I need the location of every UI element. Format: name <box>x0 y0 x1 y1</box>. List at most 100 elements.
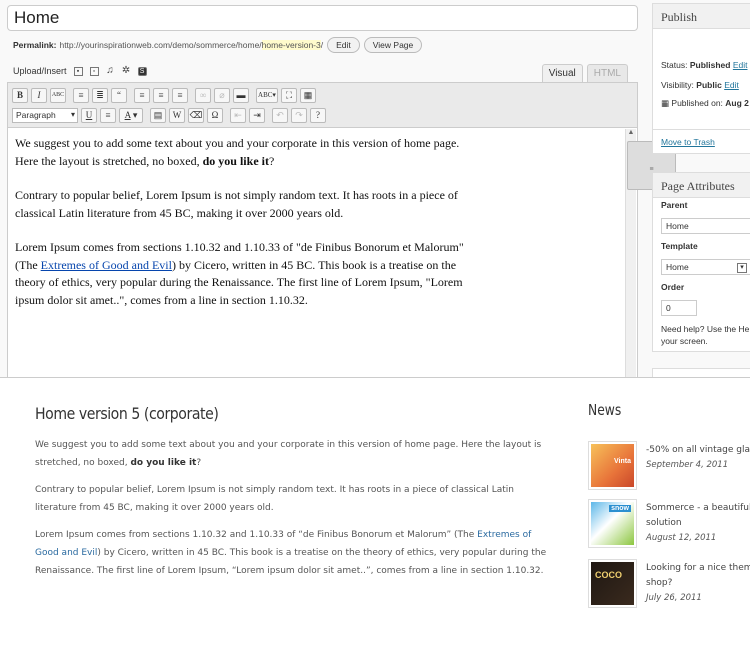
italic-icon[interactable]: I <box>31 87 47 103</box>
page-attributes-title: Page Attributes <box>653 173 750 198</box>
paste-word-icon[interactable]: W <box>169 107 185 123</box>
parent-select[interactable]: Home <box>661 218 750 234</box>
scroll-up-icon[interactable]: ▲ <box>626 129 636 139</box>
news-text: Sommerce - a beautiful solution August 1… <box>646 501 750 546</box>
preview-paragraph-1: We suggest you to add some text about yo… <box>35 436 555 472</box>
preview-paragraph-3: Lorem Ipsum comes from sections 1.10.32 … <box>35 526 555 580</box>
status-value: Published <box>689 60 731 70</box>
published-on-label: Published on: <box>671 98 723 108</box>
news-thumb-text: Vinta <box>614 458 631 465</box>
indent-icon[interactable]: ⇥ <box>249 107 265 123</box>
tab-visual[interactable]: Visual <box>541 64 583 82</box>
news-headline[interactable]: Looking for a nice theme <box>646 561 750 576</box>
add-image-icon[interactable]: ▪ <box>73 66 83 76</box>
help-icon[interactable]: ? <box>310 107 326 123</box>
redo-icon[interactable]: ↷ <box>291 107 307 123</box>
editor-paragraph-2: Contrary to popular belief, Lorem Ipsum … <box>15 188 458 220</box>
format-select[interactable]: Paragraph <box>12 107 78 123</box>
view-page-button[interactable]: View Page <box>363 37 423 53</box>
bold-icon[interactable]: B <box>12 87 28 103</box>
visibility-edit-link[interactable]: Edit <box>724 80 739 90</box>
news-thumbnail[interactable]: COCO <box>588 559 637 608</box>
news-headline[interactable]: Sommerce - a beautiful <box>646 501 750 516</box>
remove-format-icon[interactable]: ⌫ <box>188 107 204 123</box>
spellcheck-icon[interactable]: ABC▾ <box>256 87 278 103</box>
permalink-base: http://yourinspirationweb.com/demo/somme… <box>59 40 262 50</box>
permalink-tail: / <box>320 40 324 50</box>
permalink-edit-button[interactable]: Edit <box>327 37 360 53</box>
insert-more-icon[interactable]: ▬ <box>233 87 249 103</box>
news-date: August 12, 2011 <box>646 533 717 543</box>
editor-p1-bold: do you like it <box>202 153 269 168</box>
add-audio-icon[interactable]: ♫ <box>106 65 115 76</box>
post-title-input[interactable]: Home <box>7 5 638 31</box>
justify-icon[interactable]: ≡ <box>100 107 116 123</box>
add-media-icon[interactable]: ✲ <box>122 65 131 76</box>
fullscreen-icon[interactable]: ⛶ <box>281 87 297 103</box>
paste-text-icon[interactable]: ▤ <box>150 107 166 123</box>
kitchen-sink-icon[interactable]: ▦ <box>300 87 316 103</box>
preview-p3-end: ) by Cicero, written in 45 BC. This book… <box>35 548 547 576</box>
preview-p1-end: ? <box>196 458 202 468</box>
news-item[interactable]: Vinta -50% on all vintage glass Septembe… <box>588 441 750 491</box>
preview-p1-text: We suggest you to add some text about yo… <box>35 440 542 468</box>
editor-p1-end: ? <box>268 153 275 168</box>
news-thumb-image: Vinta <box>591 444 634 487</box>
order-input[interactable]: 0 <box>661 300 697 316</box>
permalink-row: Permalink: http://yourinspirationweb.com… <box>13 37 423 53</box>
news-headline-cont[interactable]: solution <box>646 516 750 531</box>
news-item[interactable]: snow Sommerce - a beautiful solution Aug… <box>588 499 750 549</box>
move-to-trash-link[interactable]: Move to Trash <box>661 137 715 147</box>
news-date: July 26, 2011 <box>646 593 702 603</box>
editor-p3-link[interactable]: Extremes of Good and Evil <box>41 258 172 272</box>
news-headline-cont[interactable]: shop? <box>646 576 750 591</box>
template-select[interactable]: Home ▾ <box>661 259 750 275</box>
shortcode-icon[interactable]: S <box>137 66 147 76</box>
news-thumbnail[interactable]: Vinta <box>588 441 637 490</box>
calendar-icon: ▦ <box>661 98 670 108</box>
visibility-label: Visibility: <box>661 80 694 90</box>
page-title: Home version 5 (corporate) <box>35 404 219 423</box>
underline-icon[interactable]: U <box>81 107 97 123</box>
toolbar-row-1: B I ABC ≡ ≣ “ ≡ ≡ ≡ ∞ ⌀ ▬ ABC▾ ⛶ ▦ <box>12 86 633 104</box>
news-date: September 4, 2011 <box>646 460 729 470</box>
editor-tabs: Visual HTML <box>538 64 628 82</box>
news-headline[interactable]: -50% on all vintage glass <box>646 443 750 458</box>
news-thumb-text: COCO <box>595 570 622 580</box>
undo-icon[interactable]: ↶ <box>272 107 288 123</box>
align-left-icon[interactable]: ≡ <box>134 87 150 103</box>
chevron-down-icon[interactable]: ▾ <box>737 263 747 273</box>
visibility-value: Public <box>696 80 722 90</box>
tab-html[interactable]: HTML <box>586 64 628 82</box>
template-value: Home <box>666 262 689 272</box>
editor-scrollbar[interactable]: ▲ ≡ <box>625 129 676 377</box>
numbered-list-icon[interactable]: ≣ <box>92 87 108 103</box>
preview-paragraph-2: Contrary to popular belief, Lorem Ipsum … <box>35 485 514 513</box>
template-label: Template <box>661 241 698 251</box>
insert-link-icon[interactable]: ∞ <box>195 87 211 103</box>
strikethrough-icon[interactable]: ABC <box>50 87 66 103</box>
align-right-icon[interactable]: ≡ <box>172 87 188 103</box>
add-video-icon[interactable]: ▫ <box>89 66 99 76</box>
outdent-icon[interactable]: ⇤ <box>230 107 246 123</box>
published-date: Aug 2 <box>725 98 749 108</box>
align-center-icon[interactable]: ≡ <box>153 87 169 103</box>
help-text: Need help? Use the He of your screen. <box>661 324 750 346</box>
bullet-list-icon[interactable]: ≡ <box>73 87 89 103</box>
blockquote-icon[interactable]: “ <box>111 87 127 103</box>
upload-insert-row: Upload/Insert ▪ ▫ ♫ ✲ S <box>13 65 147 76</box>
frontend-preview: Home version 5 (corporate) We suggest yo… <box>0 378 750 652</box>
editor-paragraph-1: We suggest you to add some text about yo… <box>15 135 475 170</box>
special-char-icon[interactable]: Ω <box>207 107 223 123</box>
permalink-slug[interactable]: home-version-3 <box>261 40 321 50</box>
news-thumb-image: snow <box>591 502 634 545</box>
text-color-icon[interactable]: A ▾ <box>119 107 143 123</box>
news-thumbnail[interactable]: snow <box>588 499 637 548</box>
news-item[interactable]: COCO Looking for a nice theme shop? July… <box>588 559 750 609</box>
published-on-line: ▦ Published on: Aug 2 <box>661 98 749 109</box>
editor-content[interactable]: We suggest you to add some text about yo… <box>8 129 625 377</box>
unlink-icon[interactable]: ⌀ <box>214 87 230 103</box>
permalink-label: Permalink: <box>13 40 57 50</box>
status-edit-link[interactable]: Edit <box>733 60 748 70</box>
page-attributes-box: Page Attributes Parent Home Template Hom… <box>652 172 750 352</box>
